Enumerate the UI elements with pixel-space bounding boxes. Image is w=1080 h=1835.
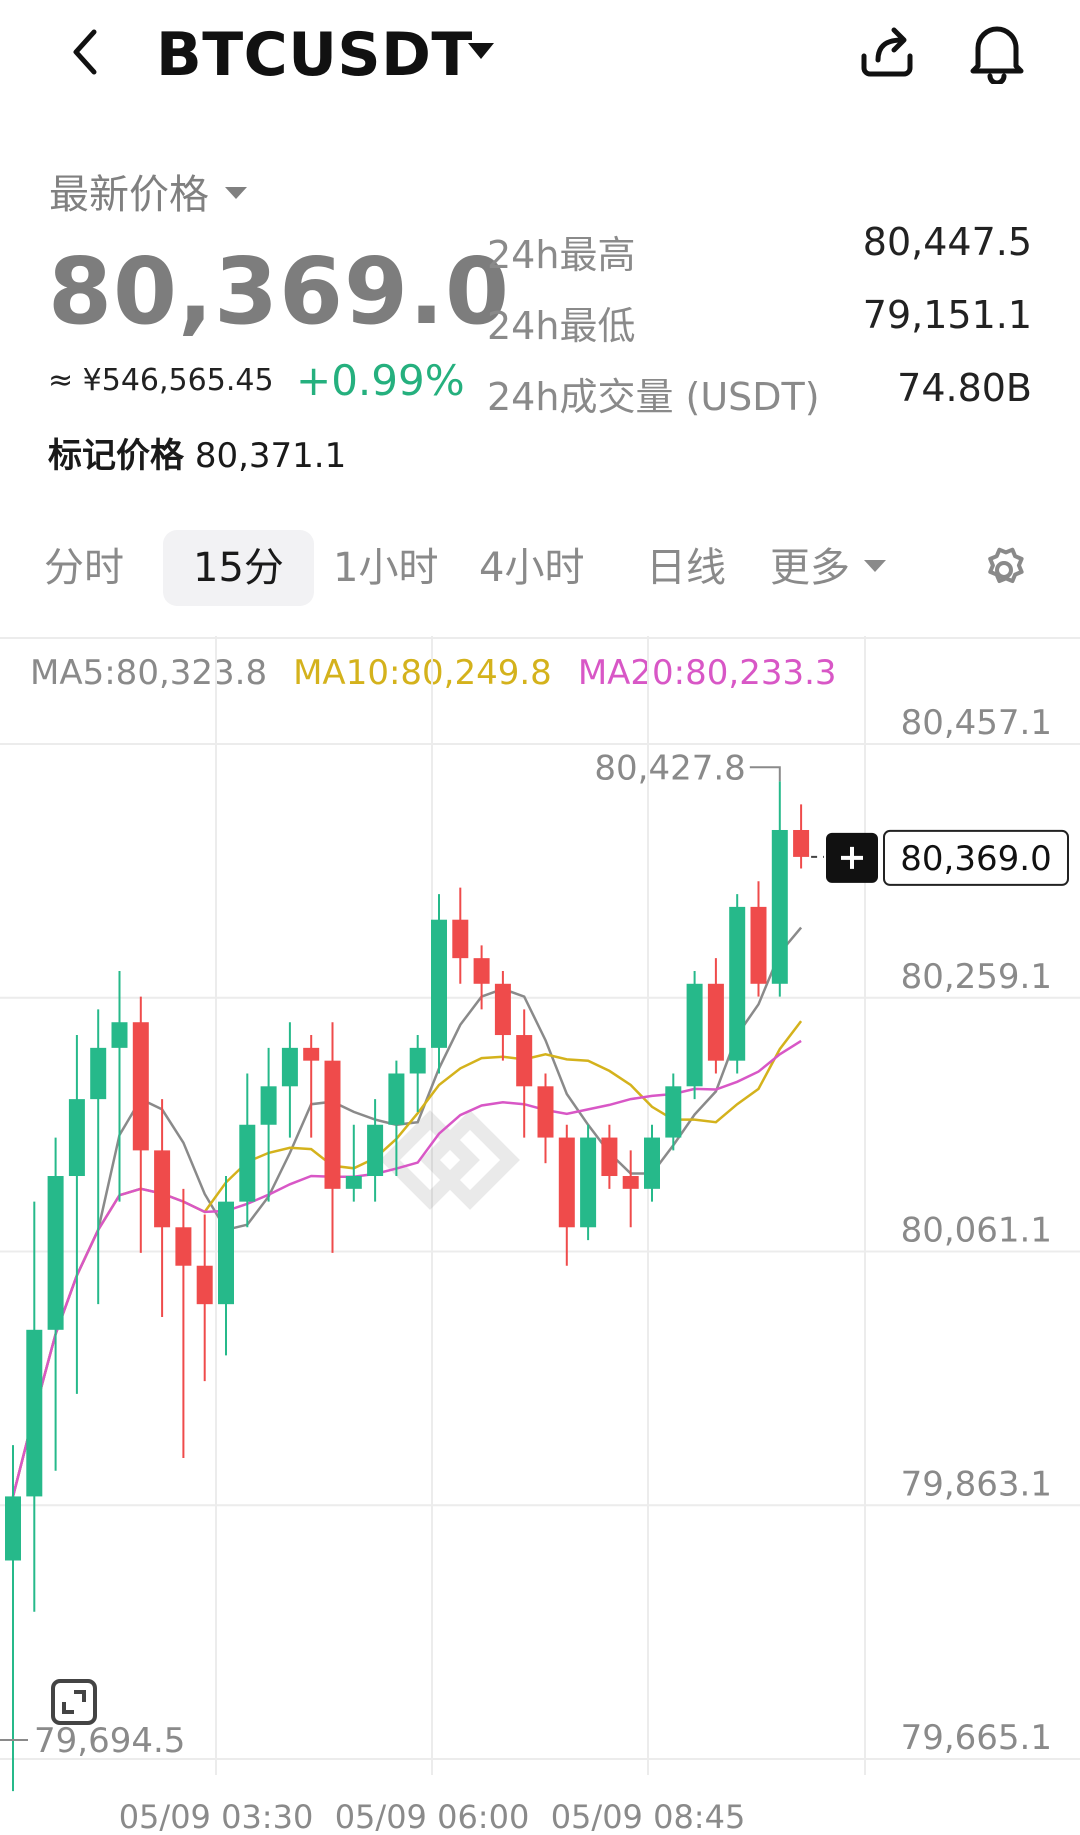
mark-price-label: 标记价格: [48, 436, 184, 476]
candle-body: [494, 983, 511, 1036]
candle-body: [452, 919, 469, 959]
candle-body: [644, 1137, 660, 1189]
tab-4h[interactable]: 4小时: [479, 530, 584, 606]
high-marker-line: [749, 766, 781, 782]
gear-icon[interactable]: [978, 544, 1030, 596]
cny-equivalent: ≈ ¥546,565.45: [48, 363, 274, 398]
caret-down-icon: [225, 187, 247, 199]
candle-body: [303, 1047, 320, 1061]
candle-body: [622, 1176, 639, 1189]
tab-time-sharing[interactable]: 分时: [44, 530, 124, 606]
latest-price-selector[interactable]: 最新价格: [49, 162, 247, 220]
ma5-line: [11, 926, 803, 1497]
candle-body: [473, 958, 490, 984]
chart-annotations: 80,427.8 79,694.5 80,369.0: [0, 748, 1069, 1761]
candle-body: [68, 1099, 85, 1177]
candle-body: [580, 1137, 597, 1228]
candle-body: [154, 1150, 171, 1228]
mark-price-value: 80,371.1: [194, 436, 347, 476]
interval-tabs: 分时 15分 1小时 4小时 日线 更多: [0, 530, 1080, 610]
stat-volume-label: 24h成交量 (USDT): [487, 375, 820, 419]
caret-down-icon: [864, 560, 886, 572]
ma20-line: [11, 1039, 802, 1497]
y-tick-label: 79,665.1: [901, 1718, 1052, 1758]
mark-price: 标记价格 80,371.1: [48, 428, 346, 477]
candle-body: [729, 906, 746, 1061]
candle-body: [26, 1329, 43, 1497]
candle-body: [793, 829, 810, 857]
symbol-title[interactable]: BTCUSDT: [156, 20, 473, 90]
candle-body: [111, 1022, 128, 1048]
candle-body: [516, 1035, 533, 1087]
candle-body: [771, 829, 788, 984]
candle-body: [218, 1201, 234, 1305]
fullscreen-icon[interactable]: [50, 1678, 98, 1726]
x-tick-label: 05/09 08:45: [551, 1798, 746, 1835]
candle-body: [686, 983, 703, 1087]
tab-1h[interactable]: 1小时: [333, 530, 438, 606]
stat-high-value: 80,447.5: [862, 220, 1032, 264]
candle-body: [239, 1124, 256, 1202]
low-price-label: 79,694.5: [34, 1721, 185, 1761]
candle-body: [409, 1047, 426, 1074]
tab-more[interactable]: 更多: [770, 530, 886, 606]
stat-low-value: 79,151.1: [862, 293, 1032, 337]
candle-body: [324, 1060, 341, 1189]
candle-body: [601, 1137, 618, 1177]
candle-body: [5, 1496, 21, 1561]
x-tick-label: 05/09 03:30: [119, 1798, 314, 1835]
candle-body: [558, 1137, 575, 1228]
share-icon[interactable]: [856, 20, 918, 82]
change-percent: +0.99%: [296, 356, 465, 405]
back-arrow-icon[interactable]: [66, 24, 106, 80]
candle-body: [367, 1124, 384, 1177]
candle-body: [260, 1086, 277, 1125]
y-tick-label: 80,259.1: [901, 957, 1052, 997]
y-tick-label: 80,061.1: [901, 1211, 1052, 1251]
stat-low-label: 24h最低: [487, 304, 636, 348]
candle-body: [90, 1047, 107, 1100]
candle-body: [388, 1073, 405, 1125]
candlestick-chart[interactable]: 80,457.1 80,259.1 80,061.1 79,863.1 79,665.1…: [0, 636, 1080, 1835]
current-price-value: 80,369.0: [900, 839, 1051, 879]
stat-volume-value: 74.80B: [897, 366, 1032, 410]
tab-15m[interactable]: 15分: [163, 530, 314, 606]
candle-body: [196, 1265, 213, 1305]
symbol-dropdown-caret-icon[interactable]: [466, 40, 496, 62]
high-price-label: 80,427.8: [594, 748, 745, 788]
tab-daily[interactable]: 日线: [646, 530, 726, 606]
candle-body: [707, 983, 724, 1061]
last-price: 80,369.0: [48, 238, 510, 345]
stat-high-label: 24h最高: [487, 233, 636, 277]
candle-body: [537, 1086, 554, 1138]
exchange-watermark: [380, 1110, 520, 1210]
candle-body: [431, 919, 447, 1048]
candle-body: [665, 1086, 682, 1138]
candle-body: [175, 1227, 192, 1266]
y-tick-label: 79,863.1: [901, 1464, 1052, 1504]
moving-average-lines: [11, 926, 803, 1497]
candle-body: [281, 1047, 298, 1087]
x-tick-label: 05/09 06:00: [335, 1798, 530, 1835]
top-bar: BTCUSDT: [0, 0, 1080, 110]
latest-price-label: 最新价格: [49, 172, 209, 218]
x-axis-labels: 05/09 03:30 05/09 06:00 05/09 08:45: [119, 1798, 746, 1835]
tab-more-label: 更多: [770, 545, 850, 591]
candles: [5, 781, 810, 1792]
bell-icon[interactable]: [966, 18, 1028, 84]
y-tick-label: 80,457.1: [901, 703, 1052, 743]
candle-body: [345, 1176, 362, 1189]
candle-body: [750, 906, 767, 984]
candle-body: [132, 1022, 149, 1151]
candle-body: [47, 1176, 64, 1330]
